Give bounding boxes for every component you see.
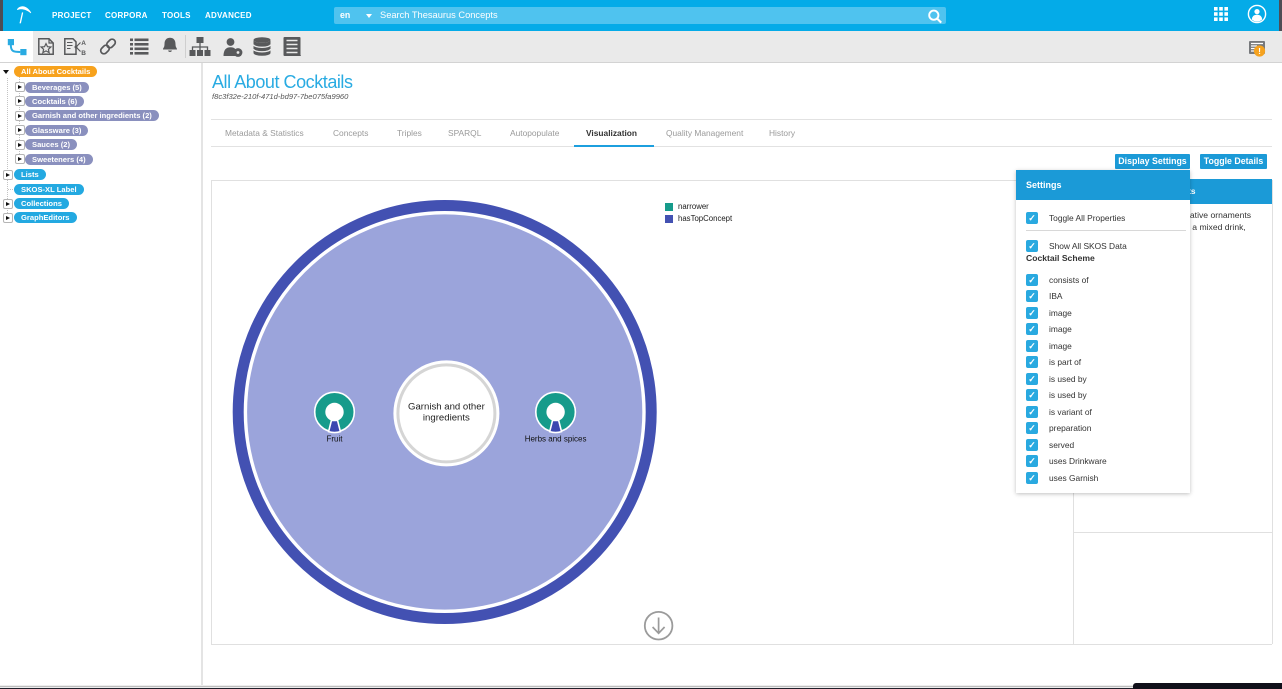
svg-text:!: ! xyxy=(1258,46,1261,56)
svg-text:A: A xyxy=(81,40,86,47)
svg-text:Garnish and other: Garnish and other xyxy=(408,402,486,413)
svg-text:ingredients: ingredients xyxy=(423,413,470,424)
svg-text:Fruit: Fruit xyxy=(327,435,344,444)
svg-text:B: B xyxy=(81,50,86,57)
svg-text:Herbs and spices: Herbs and spices xyxy=(525,435,587,444)
